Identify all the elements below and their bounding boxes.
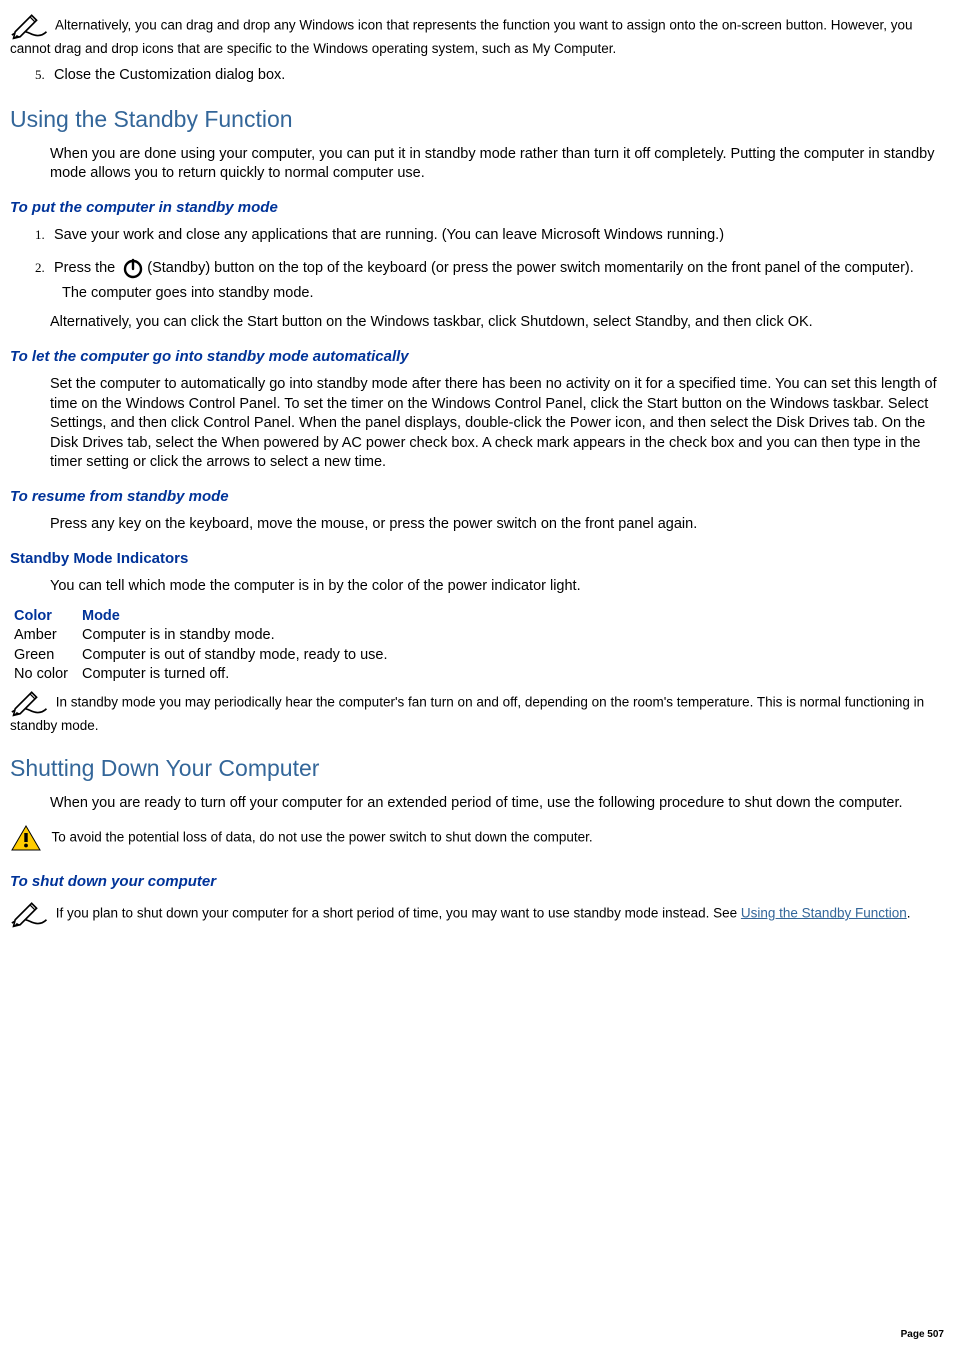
cell-mode: Computer is out of standby mode, ready t…: [82, 646, 401, 666]
note-text-b: .: [907, 905, 911, 920]
step2-text-a: Press the: [54, 260, 119, 276]
heading-put-standby: To put the computer in standby mode: [10, 198, 944, 218]
pencil-note-icon: [10, 900, 50, 928]
link-standby-function[interactable]: Using the Standby Function: [741, 905, 907, 920]
heading-to-shutdown: To shut down your computer: [10, 872, 944, 892]
cell-color: Green: [14, 646, 82, 666]
note-fan: In standby mode you may periodically hea…: [10, 689, 940, 735]
table-row: No color Computer is turned off.: [14, 665, 401, 685]
step-5: Close the Customization dialog box.: [48, 66, 944, 86]
steps-close-dialog: Close the Customization dialog box.: [30, 66, 944, 86]
heading-mode-indicators: Standby Mode Indicators: [10, 549, 944, 569]
table-row: Amber Computer is in standby mode.: [14, 626, 401, 646]
table-row: Green Computer is out of standby mode, r…: [14, 646, 401, 666]
shutdown-intro: When you are ready to turn off your comp…: [50, 794, 940, 814]
standby-step-1: Save your work and close any application…: [48, 226, 944, 246]
step2-result: The computer goes into standby mode.: [62, 284, 944, 304]
auto-standby-body: Set the computer to automatically go int…: [50, 375, 940, 473]
table-header-row: Color Mode: [14, 607, 401, 627]
standby-step-2: Press the (Standby) button on the top of…: [48, 256, 944, 304]
indicators-intro: You can tell which mode the computer is …: [50, 577, 940, 597]
standby-intro: When you are done using your computer, y…: [50, 145, 940, 184]
pencil-note-icon: [10, 12, 50, 40]
col-color: Color: [14, 607, 82, 627]
heading-standby-function: Using the Standby Function: [10, 104, 944, 135]
page-number: Page 507: [901, 1328, 944, 1342]
warning-icon: [10, 824, 42, 852]
col-mode: Mode: [82, 607, 401, 627]
heading-auto-standby: To let the computer go into standby mode…: [10, 347, 944, 367]
pencil-note-icon: [10, 689, 50, 717]
warning-text: To avoid the potential loss of data, do …: [52, 829, 593, 844]
heading-resume-standby: To resume from standby mode: [10, 487, 944, 507]
mode-table: Color Mode Amber Computer is in standby …: [14, 607, 401, 685]
note-drag-drop: Alternatively, you can drag and drop any…: [10, 12, 940, 58]
step2-text-b: (Standby) button on the top of the keybo…: [147, 260, 914, 276]
standby-icon: [121, 256, 145, 280]
heading-shutting-down: Shutting Down Your Computer: [10, 753, 944, 784]
note-text: In standby mode you may periodically hea…: [10, 694, 924, 732]
cell-mode: Computer is in standby mode.: [82, 626, 401, 646]
standby-alt: Alternatively, you can click the Start b…: [50, 313, 940, 333]
cell-color: Amber: [14, 626, 82, 646]
note-short-shutdown: If you plan to shut down your computer f…: [10, 900, 940, 928]
cell-mode: Computer is turned off.: [82, 665, 401, 685]
standby-steps: Save your work and close any application…: [30, 226, 944, 303]
resume-body: Press any key on the keyboard, move the …: [50, 515, 940, 535]
warning-power-switch: To avoid the potential loss of data, do …: [10, 824, 940, 852]
cell-color: No color: [14, 665, 82, 685]
note-text: Alternatively, you can drag and drop any…: [10, 18, 913, 56]
note-text-a: If you plan to shut down your computer f…: [56, 905, 741, 920]
